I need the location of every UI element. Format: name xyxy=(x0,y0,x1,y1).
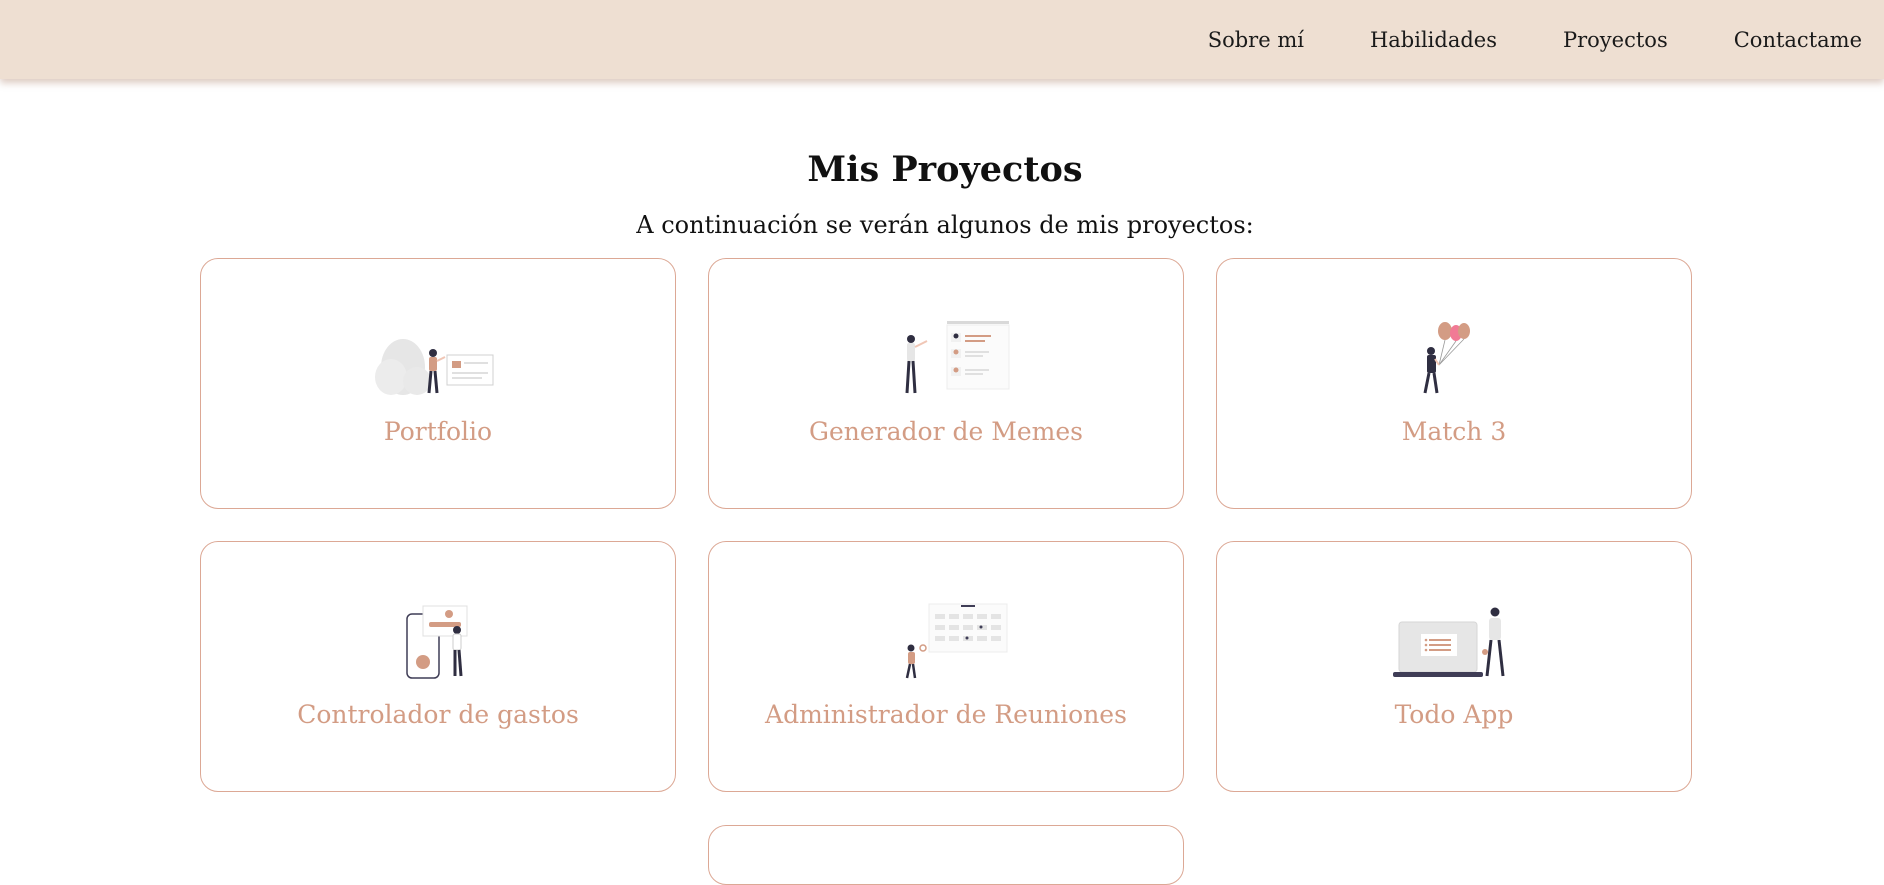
portfolio-illustration-icon xyxy=(375,339,494,395)
project-title: Todo App xyxy=(1394,700,1514,729)
project-card-todo-app[interactable]: Todo App xyxy=(1216,541,1692,792)
project-card-administrador-de-reuniones[interactable]: Administrador de Reuniones xyxy=(708,541,1184,792)
project-title: Controlador de gastos xyxy=(297,700,579,729)
meme-generator-illustration-icon xyxy=(905,321,1010,394)
nav-link-habilidades[interactable]: Habilidades xyxy=(1370,28,1497,52)
project-card-generador-de-memes[interactable]: Generador de Memes xyxy=(708,258,1184,509)
project-card-partial[interactable] xyxy=(708,825,1184,885)
section-subtitle: A continuación se verán algunos de mis p… xyxy=(636,211,1254,239)
nav-links: Sobre mí Habilidades Proyectos Contactam… xyxy=(1208,0,1862,79)
balloons-illustration-icon xyxy=(1423,322,1470,394)
project-card-match-3[interactable]: Match 3 xyxy=(1216,258,1692,509)
navbar: Sobre mí Habilidades Proyectos Contactam… xyxy=(0,0,1884,79)
calendar-illustration-icon xyxy=(905,603,1008,679)
nav-link-proyectos[interactable]: Proyectos xyxy=(1563,28,1668,52)
section-title: Mis Proyectos xyxy=(807,149,1083,190)
project-title: Match 3 xyxy=(1401,417,1507,446)
todo-laptop-illustration-icon xyxy=(1393,607,1505,677)
project-card-portfolio[interactable]: Portfolio xyxy=(200,258,676,509)
project-card-controlador-de-gastos[interactable]: Controlador de gastos xyxy=(200,541,676,792)
nav-link-sobre-mi[interactable]: Sobre mí xyxy=(1208,28,1304,52)
project-title: Generador de Memes xyxy=(809,417,1083,446)
project-title: Administrador de Reuniones xyxy=(765,700,1127,729)
project-title: Portfolio xyxy=(383,417,493,446)
nav-link-contactame[interactable]: Contactame xyxy=(1734,28,1862,52)
expense-tracker-illustration-icon xyxy=(406,605,468,679)
